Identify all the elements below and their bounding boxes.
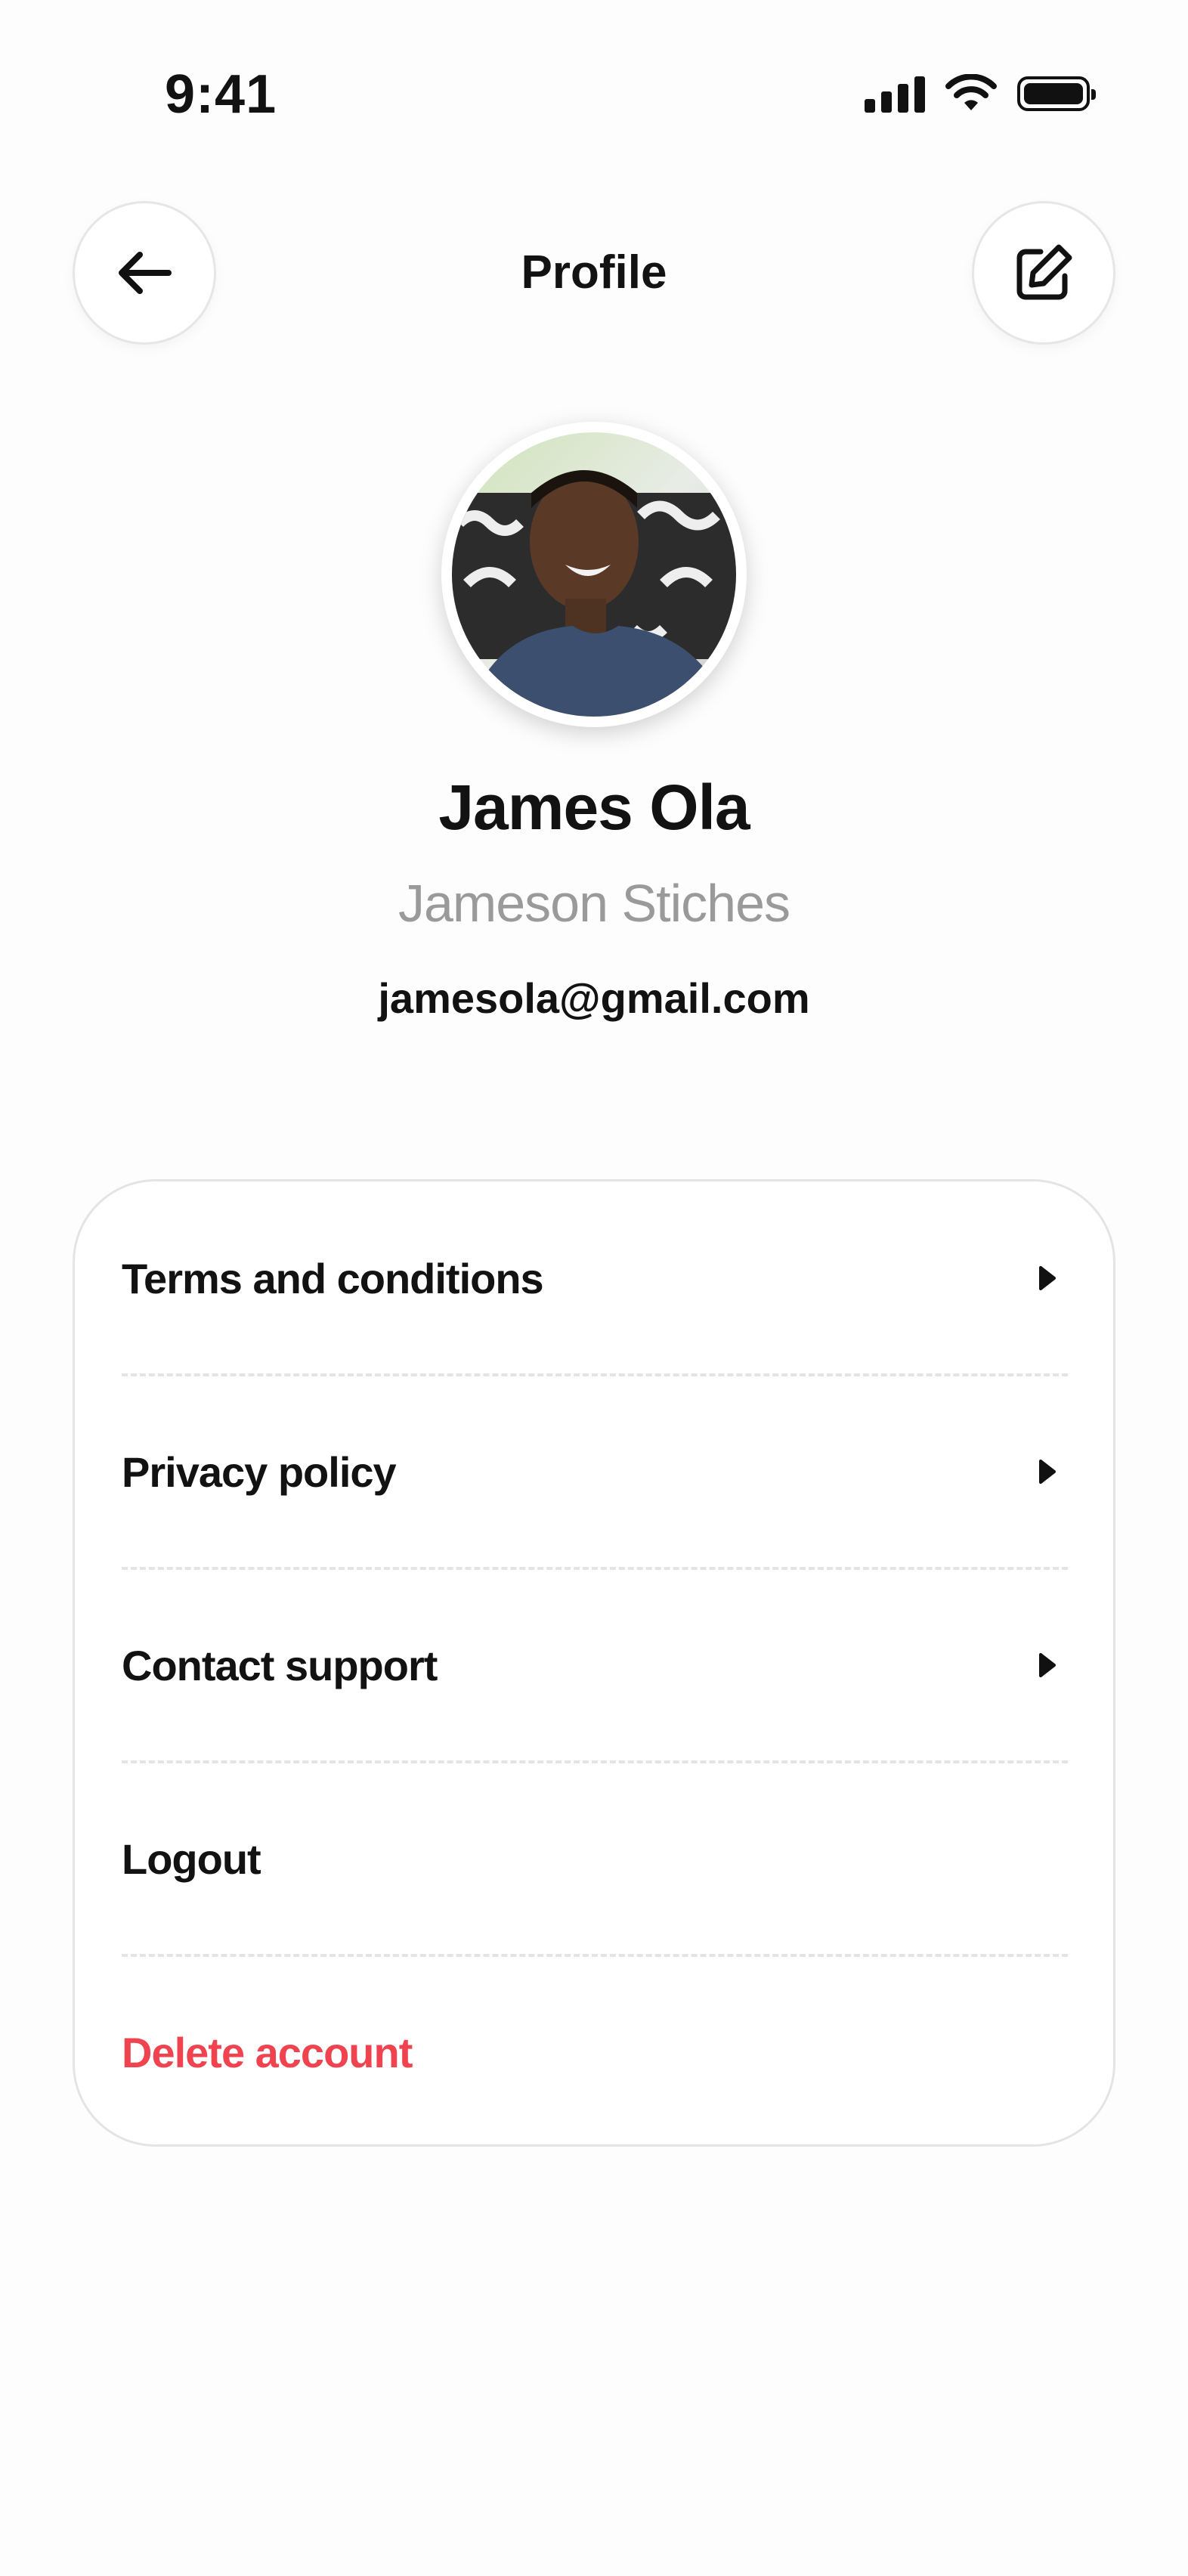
edit-icon [1016,244,1072,300]
profile-name: James Ola [438,772,750,843]
menu-item-label: Logout [122,1834,261,1883]
battery-icon [1017,76,1096,111]
caret-right-icon [1039,1266,1056,1290]
status-time: 9:41 [165,64,277,125]
avatar[interactable] [441,422,747,727]
status-bar: 9:41 [0,0,1188,151]
caret-right-icon [1039,1653,1056,1677]
business-name: Jameson Stiches [398,874,790,933]
cellular-signal-icon [865,75,925,113]
menu-item-contact-support[interactable]: Contact support [122,1568,1068,1762]
menu-item-label: Contact support [122,1641,438,1689]
settings-card: Terms and conditions Privacy policy Cont… [73,1179,1115,2147]
caret-right-icon [1039,1460,1056,1484]
menu-item-label: Terms and conditions [122,1254,544,1302]
menu-item-logout[interactable]: Logout [122,1762,1068,1955]
menu-item-terms[interactable]: Terms and conditions [122,1181,1068,1375]
status-icons [865,74,1096,113]
wifi-icon [945,74,997,110]
menu-item-label: Privacy policy [122,1447,397,1496]
edit-profile-button[interactable] [972,201,1115,345]
menu-item-delete-account[interactable]: Delete account [122,1955,1068,2149]
menu-item-privacy[interactable]: Privacy policy [122,1375,1068,1568]
avatar-photo [452,432,736,717]
profile-email: jamesola@gmail.com [378,974,810,1022]
menu-item-label: Delete account [122,2028,413,2076]
